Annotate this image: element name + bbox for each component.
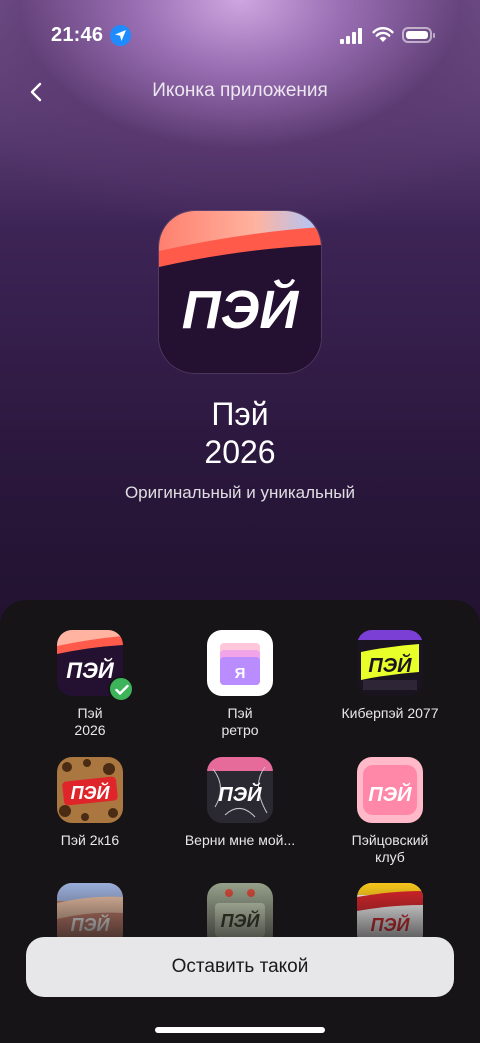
keep-icon-button[interactable]: Оставить такой: [26, 937, 454, 997]
icon-description: Оригинальный и уникальный: [124, 483, 356, 502]
location-arrow-icon: [110, 25, 131, 46]
hero-logo-text: ПЭЙ: [182, 278, 300, 340]
icon-name: Пэй 2026: [0, 395, 480, 471]
icon-thumb-pay-2k16: ПЭЙ: [57, 757, 123, 823]
icon-thumb-cyberpay: ПЭЙ: [357, 630, 423, 696]
icon-option-pay-2026[interactable]: ПЭЙ Пэй 2026: [10, 630, 170, 739]
icon-name-line1: Пэй: [211, 396, 269, 432]
cellular-signal-icon: [340, 28, 364, 44]
icon-option-verni-mne-moi[interactable]: ПЭЙ Верни мне мой...: [160, 757, 320, 849]
icon-thumb-pay-retro: Я: [207, 630, 273, 696]
svg-text:Я: Я: [235, 665, 246, 682]
selected-check-icon: [108, 676, 134, 702]
icon-name-line2: 2026: [204, 434, 276, 470]
svg-text:ПЭЙ: ПЭЙ: [368, 653, 412, 677]
current-app-icon: ПЭЙ: [159, 211, 321, 373]
page-title: Иконка приложения: [152, 80, 328, 101]
svg-text:ПЭЙ: ПЭЙ: [71, 782, 111, 803]
icon-thumb-verni: ПЭЙ: [207, 757, 273, 823]
svg-text:ПЭЙ: ПЭЙ: [368, 782, 412, 806]
home-indicator[interactable]: [155, 1027, 325, 1033]
wifi-icon: [372, 27, 394, 42]
icon-option-paytsovsky-klub[interactable]: ПЭЙ Пэйцовский клуб: [310, 757, 470, 866]
icon-thumb-paytsovsky: ПЭЙ: [357, 757, 423, 823]
sheet-fade: [0, 880, 480, 940]
status-bar: 21:46: [0, 0, 480, 70]
icon-option-pay-2k16[interactable]: ПЭЙ Пэй 2к16: [10, 757, 170, 849]
battery-icon: [402, 27, 435, 43]
icon-option-cyberpay-2077[interactable]: ПЭЙ Киберпэй 2077: [310, 630, 470, 722]
icon-option-pay-retro[interactable]: Я Пэй ретро: [160, 630, 320, 739]
svg-text:ПЭЙ: ПЭЙ: [66, 657, 115, 683]
svg-text:ПЭЙ: ПЭЙ: [218, 782, 262, 806]
status-time: 21:46: [51, 24, 104, 46]
